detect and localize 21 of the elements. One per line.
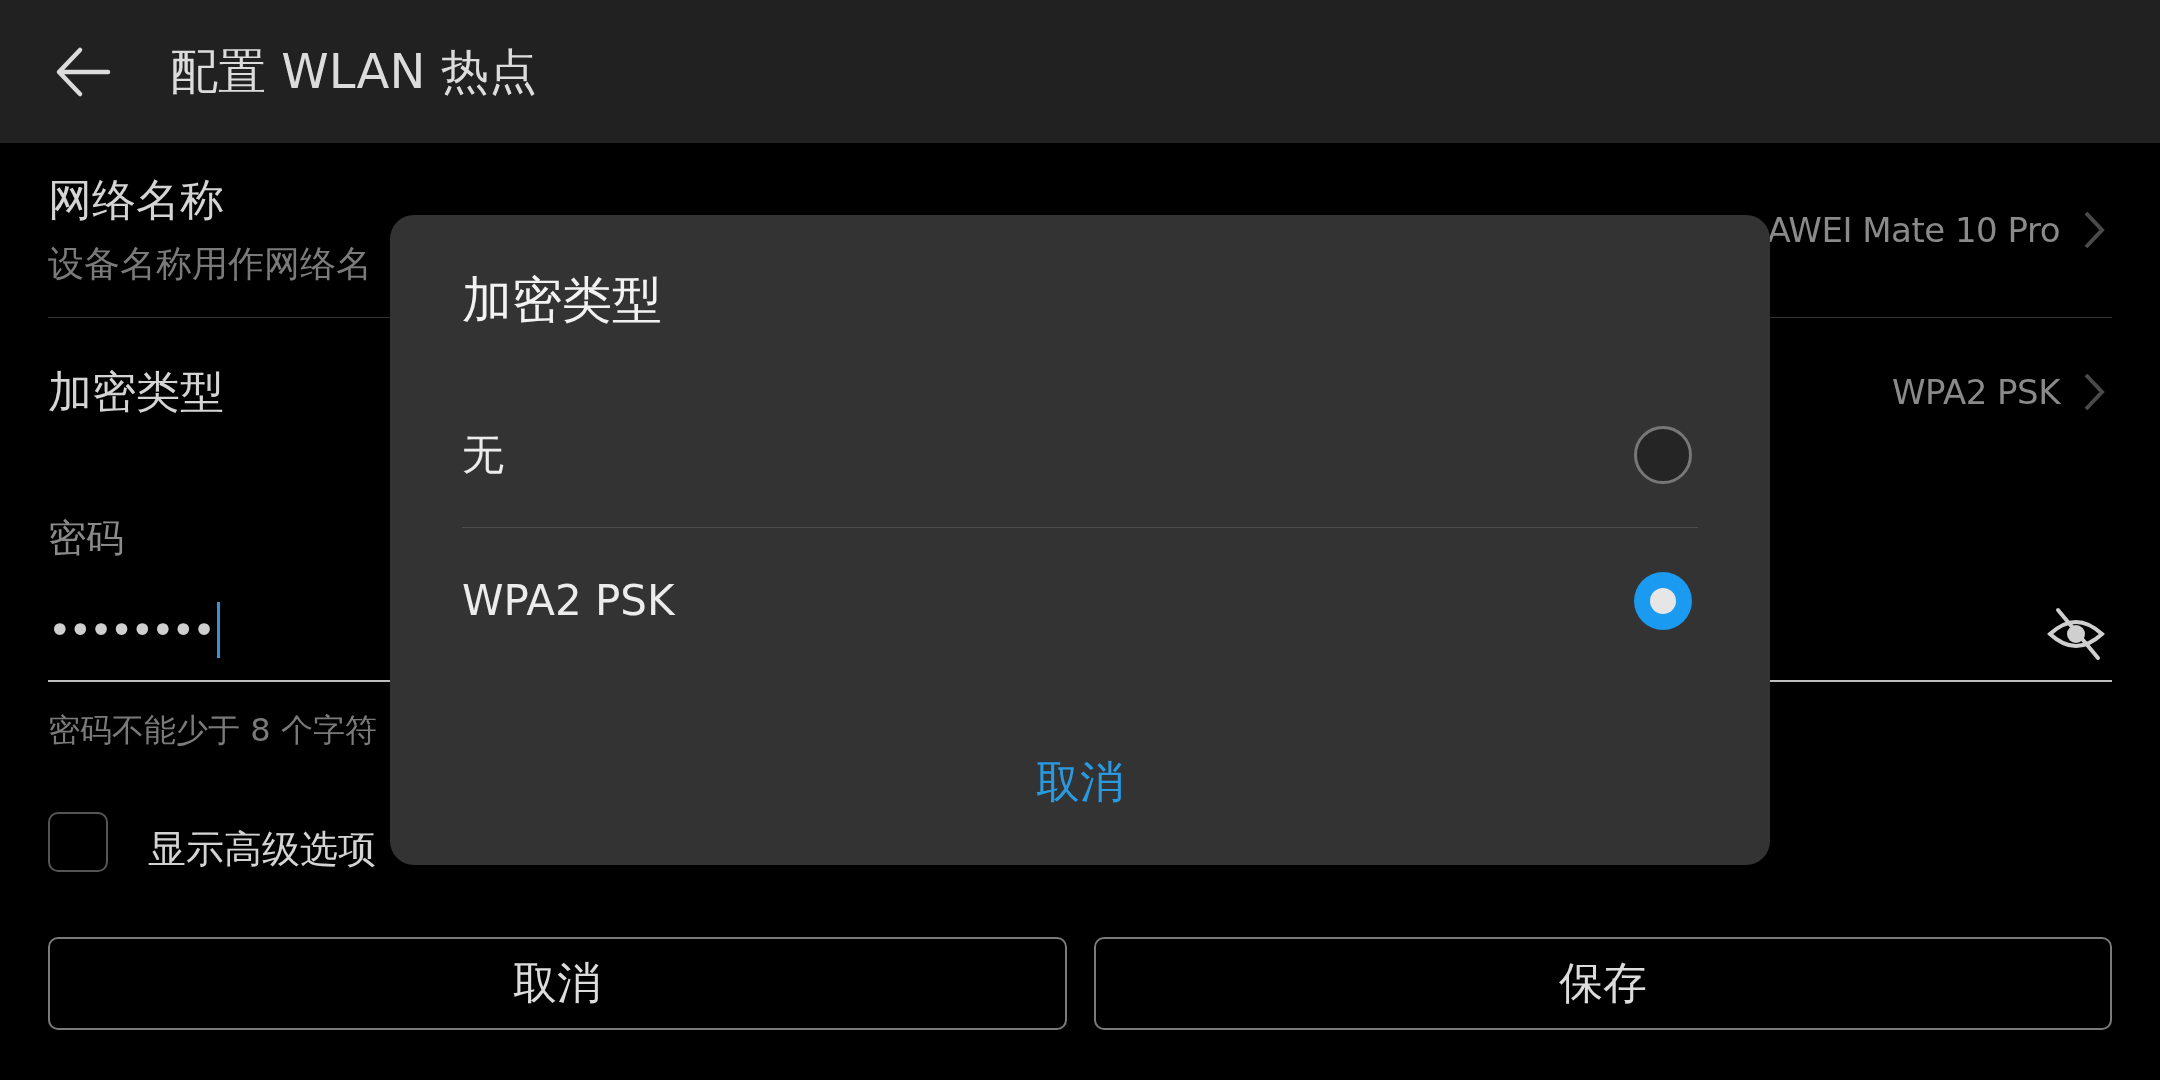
chevron-icon xyxy=(2082,209,2106,251)
password-label: 密码 xyxy=(48,515,125,560)
setting-value[interactable]: WPA2 PSK xyxy=(1891,372,2060,412)
checkbox-label: 显示高级选项 xyxy=(148,826,376,873)
radio-button[interactable] xyxy=(1634,426,1692,484)
action-button[interactable]: 保存 xyxy=(1093,937,2112,1030)
chevron-icon xyxy=(2082,371,2106,413)
checkbox[interactable] xyxy=(48,812,108,872)
dialog-title: 加密类型 xyxy=(462,270,663,330)
option-label[interactable]: WPA2 PSK xyxy=(462,576,675,625)
setting-label: 加密类型 xyxy=(48,367,224,417)
password-hint: 密码不能少于 8 个字符 xyxy=(48,712,378,748)
setting-value[interactable]: AWEI Mate 10 Pro xyxy=(1767,210,2060,250)
eye-off-icon[interactable] xyxy=(2046,606,2106,662)
cancel-button[interactable]: 取消 xyxy=(1016,732,1144,832)
option-label[interactable]: 无 xyxy=(462,427,504,483)
setting-label: 网络名称 xyxy=(48,174,225,225)
radio-button[interactable] xyxy=(1634,571,1692,630)
action-button[interactable]: 取消 xyxy=(48,937,1067,1030)
setting-description: 设备名称用作网络名 xyxy=(48,241,373,286)
screen-title: 配置 WLAN 热点 xyxy=(170,41,537,101)
